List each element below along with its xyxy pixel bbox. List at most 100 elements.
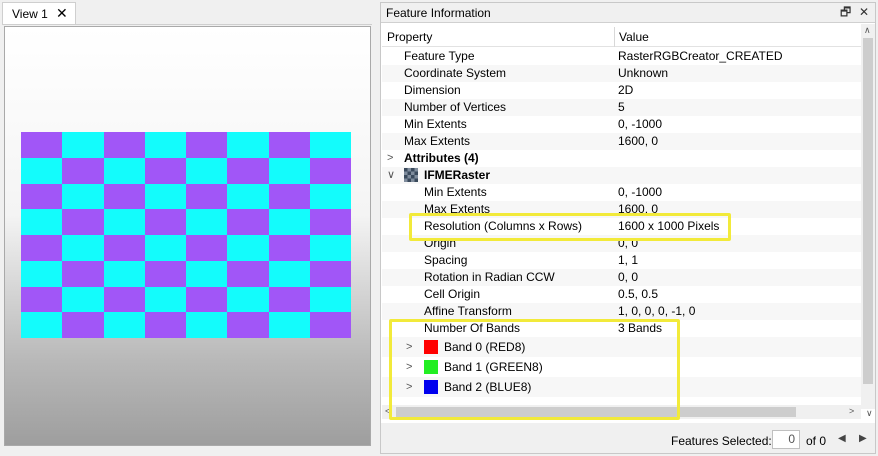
selected-count-field[interactable]: 0: [772, 430, 800, 449]
raster-cell: [227, 260, 269, 287]
property-cell: Affine Transform: [382, 303, 614, 320]
close-icon[interactable]: ✕: [56, 5, 68, 21]
restore-window-icon[interactable]: 🗗: [840, 5, 851, 19]
table-row[interactable]: Number of Vertices 5: [382, 99, 861, 116]
raster-cell: [186, 183, 228, 210]
raster-cell: [144, 209, 186, 235]
raster-cell: [227, 286, 269, 313]
raster-cell: [268, 260, 310, 287]
raster-cell: [309, 209, 351, 235]
table-row[interactable]: Dimension 2D: [382, 82, 861, 99]
raster-cell: [103, 183, 145, 210]
property-label: Spacing: [424, 253, 468, 267]
column-header-value[interactable]: Value: [619, 30, 649, 44]
table-row[interactable]: Spacing 1, 1: [382, 252, 861, 269]
property-label: Feature Type: [404, 49, 475, 63]
raster-cell: [21, 183, 63, 210]
raster-cell: [62, 235, 104, 261]
raster-cell: [103, 312, 145, 338]
value-cell: 1600, 0: [618, 134, 659, 148]
property-label: Dimension: [404, 83, 461, 97]
raster-checkerboard: [21, 132, 351, 338]
map-canvas[interactable]: [4, 26, 371, 446]
status-bar: Features Selected: 0 of 0 ◀ ▶: [381, 423, 875, 453]
raster-cell: [268, 183, 310, 210]
value-cell: 1, 1: [618, 253, 639, 267]
raster-icon: [404, 168, 418, 182]
property-cell: Coordinate System: [382, 65, 614, 82]
close-icon[interactable]: ✕: [859, 5, 869, 19]
table-row[interactable]: ∨ IFMERaster: [382, 167, 861, 184]
previous-feature-icon[interactable]: ◀: [838, 433, 846, 444]
raster-cell: [309, 235, 351, 261]
table-row[interactable]: Min Extents 0, -1000: [382, 184, 861, 201]
raster-cell: [144, 235, 186, 261]
chevron-right-icon[interactable]: >: [387, 150, 393, 167]
raster-cell: [21, 157, 63, 184]
raster-cell: [144, 157, 186, 184]
raster-cell: [268, 312, 310, 338]
column-header-property[interactable]: Property: [387, 30, 432, 44]
raster-cell: [227, 157, 269, 184]
table-row[interactable]: > Attributes (4): [382, 150, 861, 167]
property-cell: Number of Vertices: [382, 99, 614, 116]
raster-cell: [21, 260, 63, 287]
property-label: Max Extents: [404, 134, 471, 148]
vertical-scroll-thumb[interactable]: [863, 38, 873, 384]
raster-cell: [62, 132, 104, 158]
value-cell: 2D: [618, 83, 634, 97]
table-row[interactable]: Feature Type RasterRGBCreator_CREATED: [382, 48, 861, 65]
panel-header: Feature Information 🗗 ✕: [381, 3, 875, 23]
raster-cell: [186, 235, 228, 261]
property-label: Coordinate System: [404, 66, 507, 80]
chevron-down-icon[interactable]: ∨: [387, 167, 395, 184]
table-row[interactable]: Rotation in Radian CCW 0, 0: [382, 269, 861, 286]
raster-cell: [186, 260, 228, 287]
scroll-right-icon[interactable]: >: [849, 406, 854, 416]
raster-cell: [21, 235, 63, 261]
scroll-down-icon[interactable]: ∨: [866, 408, 873, 419]
raster-cell: [103, 157, 145, 184]
raster-cell: [144, 260, 186, 287]
property-cell: Rotation in Radian CCW: [382, 269, 614, 286]
property-cell: Max Extents: [382, 133, 614, 150]
table-row[interactable]: Max Extents 1600, 0: [382, 133, 861, 150]
raster-cell: [103, 260, 145, 287]
raster-cell: [186, 209, 228, 235]
table-row[interactable]: Coordinate System Unknown: [382, 65, 861, 82]
column-separator[interactable]: [614, 27, 615, 47]
vertical-scrollbar[interactable]: ∧: [861, 24, 875, 409]
scroll-up-icon[interactable]: ∧: [864, 25, 871, 36]
raster-cell: [186, 312, 228, 338]
value-cell: 1, 0, 0, 0, -1, 0: [618, 304, 696, 318]
raster-cell: [103, 209, 145, 235]
value-cell: 0, -1000: [618, 185, 663, 199]
view-tab[interactable]: View 1 ✕: [2, 2, 76, 24]
raster-cell: [144, 183, 186, 210]
raster-cell: [103, 132, 145, 158]
property-label: Min Extents: [404, 117, 467, 131]
raster-cell: [268, 157, 310, 184]
raster-cell: [268, 235, 310, 261]
property-label: Rotation in Radian CCW: [424, 270, 555, 284]
value-cell: 0, 0: [618, 270, 639, 284]
raster-cell: [227, 132, 269, 158]
table-row[interactable]: Affine Transform 1, 0, 0, 0, -1, 0: [382, 303, 861, 320]
table-row[interactable]: Cell Origin 0.5, 0.5: [382, 286, 861, 303]
table-row[interactable]: Min Extents 0, -1000: [382, 116, 861, 133]
value-cell: 0, -1000: [618, 117, 663, 131]
next-feature-icon[interactable]: ▶: [859, 433, 867, 444]
value-cell: 0.5, 0.5: [618, 287, 659, 301]
raster-cell: [103, 235, 145, 261]
total-count-label: of 0: [806, 434, 827, 448]
raster-cell: [309, 132, 351, 158]
raster-cell: [186, 286, 228, 313]
property-label: Number of Vertices: [404, 100, 507, 114]
raster-cell: [186, 157, 228, 184]
table-header: Property Value: [382, 27, 861, 47]
property-cell: Min Extents: [382, 184, 614, 201]
property-cell: > Attributes (4): [382, 150, 614, 167]
property-label: Min Extents: [424, 185, 487, 199]
raster-cell: [62, 260, 104, 287]
view-tab-label: View 1: [12, 7, 48, 21]
